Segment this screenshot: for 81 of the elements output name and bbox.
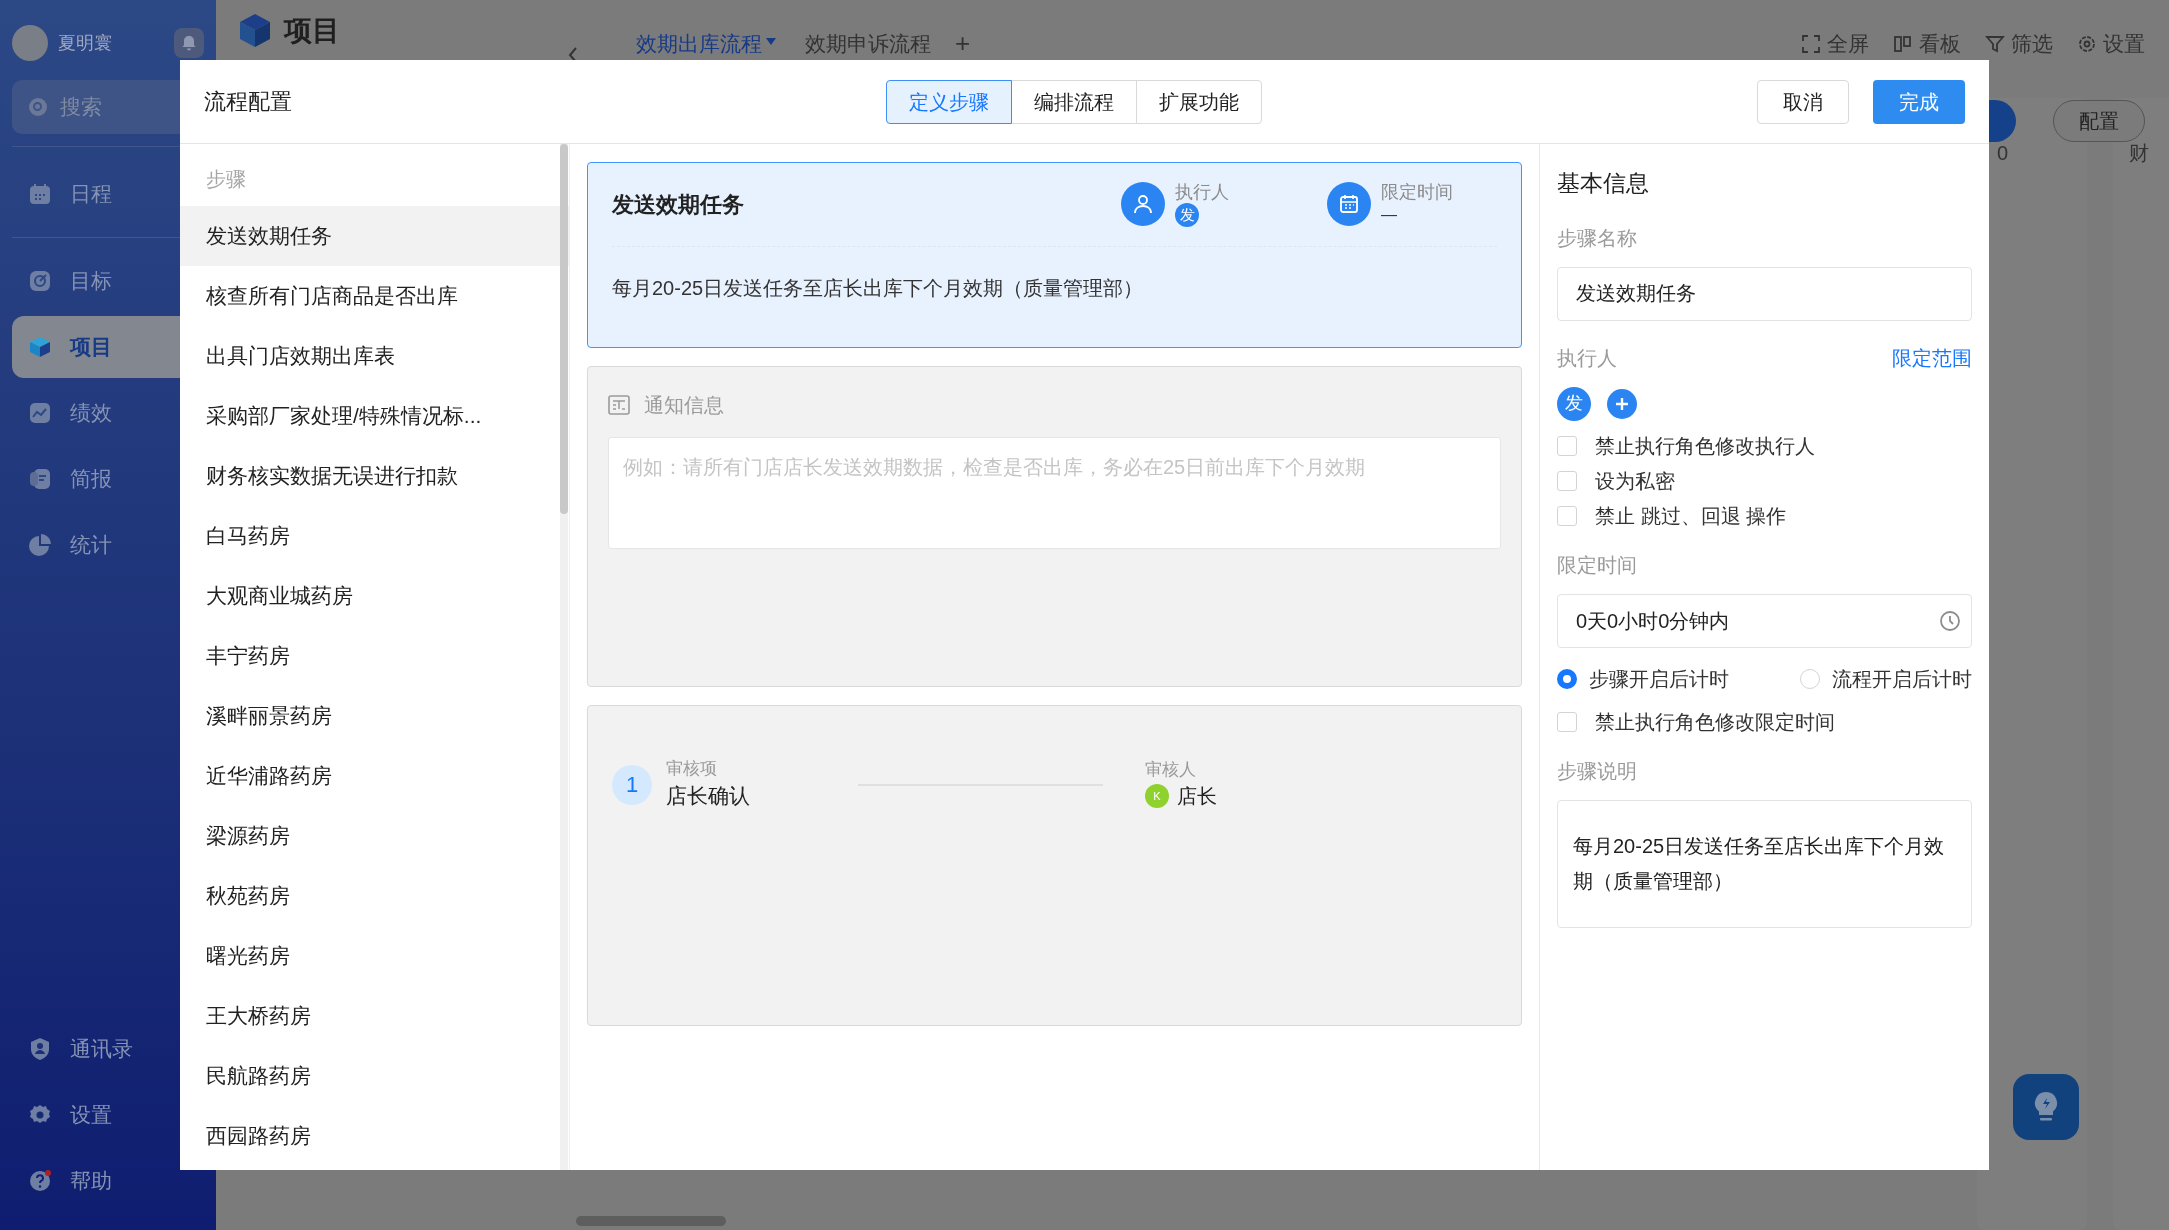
step-item[interactable]: 溪畔丽景药房 xyxy=(180,686,569,746)
step-item[interactable]: 梁源药房 xyxy=(180,806,569,866)
option-label: 禁止执行角色修改限定时间 xyxy=(1595,710,1835,735)
executor-avatar[interactable]: 发 xyxy=(1557,386,1591,421)
checkbox[interactable] xyxy=(1557,436,1577,456)
reviewer-label: 审核人 xyxy=(1145,758,1197,781)
field-label: 步骤名称 xyxy=(1557,225,1638,251)
reviewer-avatar: K xyxy=(1145,783,1169,808)
time-limit-value: — xyxy=(1381,205,1398,226)
cube-icon xyxy=(240,14,270,48)
radio-button[interactable] xyxy=(1557,669,1577,689)
config-button[interactable]: 配置 xyxy=(2053,100,2145,142)
notice-input[interactable]: 例如：请所有门店店长发送效期数据，检查是否出库，务必在25日前出库下个月效期 xyxy=(608,437,1501,549)
nav-icon xyxy=(28,401,52,425)
reviewer-name: 店长 xyxy=(1177,783,1217,809)
option-label: 禁止 跳过、回退 操作 xyxy=(1595,504,1787,529)
option-label: 步骤开启后计时 xyxy=(1589,667,1729,692)
step-number: 1 xyxy=(612,764,652,805)
nav-icon xyxy=(28,269,52,293)
step-item[interactable]: 曙光药房 xyxy=(180,926,569,986)
filter-icon xyxy=(1985,33,2005,54)
column-title: 财 xyxy=(2129,142,2149,164)
nav-icon xyxy=(28,1037,52,1061)
executor-avatar: 发 xyxy=(1175,203,1199,228)
option-label: 禁止执行角色修改执行人 xyxy=(1595,434,1815,459)
review-item-value: 店长确认 xyxy=(666,783,751,810)
settings-icon xyxy=(2077,33,2097,54)
checkbox[interactable] xyxy=(1557,471,1577,491)
search-icon xyxy=(28,97,48,117)
time-limit-label: 限定时间 xyxy=(1381,181,1453,204)
nav-icon xyxy=(28,467,52,491)
step-name-input[interactable]: 发送效期任务 xyxy=(1557,266,1972,321)
field-label: 限定时间 xyxy=(1557,552,1638,578)
column-value: 0 xyxy=(1997,142,2009,164)
plus-icon xyxy=(1615,396,1629,411)
tab[interactable]: 扩展功能 xyxy=(1136,79,1262,124)
option-label: 流程开启后计时 xyxy=(1832,667,1972,692)
step-description: 每月20-25日发送任务至店长出库下个月效期（质量管理部） xyxy=(612,276,1145,301)
executor-label: 执行人 xyxy=(1175,181,1229,204)
step-description-field[interactable]: 每月20-25日发送任务至店长出库下个月效期（质量管理部） xyxy=(1557,799,1972,928)
review-item-label: 审核项 xyxy=(666,758,718,780)
clock-icon xyxy=(1939,609,1961,632)
board-icon xyxy=(1893,33,1913,54)
scrollbar-thumb[interactable] xyxy=(576,1216,726,1226)
fullscreen-icon xyxy=(1801,33,1821,54)
nav-icon xyxy=(28,1169,52,1193)
document-icon xyxy=(608,395,630,415)
lightbulb-button[interactable] xyxy=(2013,1074,2079,1140)
step-card[interactable]: 发送效期任务 执行人 发 限定时间 — 每月20-25日发送任务至店长出库下个月效期（质量管理部） xyxy=(587,162,1522,348)
step-item[interactable]: 丰宁药房 xyxy=(180,626,569,686)
nav-icon xyxy=(28,533,52,557)
cancel-button[interactable]: 取消 xyxy=(1757,79,1849,124)
time-limit-field[interactable]: 0天0小时0分钟内 xyxy=(1557,593,1972,648)
step-item[interactable]: 秋苑药房 xyxy=(180,866,569,926)
dialog-title: 流程配置 xyxy=(204,88,293,116)
checkbox[interactable] xyxy=(1557,506,1577,526)
step-item[interactable]: 近华浦路药房 xyxy=(180,746,569,806)
tab[interactable]: 定义步骤 xyxy=(886,79,1012,124)
step-title: 发送效期任务 xyxy=(612,191,745,219)
checkbox[interactable] xyxy=(1557,712,1577,732)
calendar-icon xyxy=(1327,181,1371,226)
option-label: 设为私密 xyxy=(1595,469,1675,494)
person-icon xyxy=(1121,181,1165,226)
field-label: 步骤说明 xyxy=(1557,758,1638,784)
user-avatar[interactable] xyxy=(12,25,48,61)
nav-icon xyxy=(28,335,52,359)
section-label: 步骤 xyxy=(205,167,247,192)
scrollbar-thumb[interactable] xyxy=(560,144,568,514)
step-item[interactable]: 发送效期任务 xyxy=(180,206,569,266)
scope-link[interactable]: 限定范围 xyxy=(1892,342,1972,387)
notice-title: 通知信息 xyxy=(644,393,724,418)
add-executor-button[interactable] xyxy=(1607,388,1637,419)
user-name: 夏明寰 xyxy=(58,31,112,55)
bell-icon xyxy=(181,35,197,51)
nav-icon xyxy=(28,182,52,206)
caret-icon xyxy=(765,37,777,47)
section-title: 基本信息 xyxy=(1557,169,1650,198)
page-title: 项目 xyxy=(284,14,340,48)
field-label: 执行人 xyxy=(1557,345,1617,371)
notification-button[interactable] xyxy=(174,28,204,58)
tab[interactable]: 编排流程 xyxy=(1011,79,1137,124)
